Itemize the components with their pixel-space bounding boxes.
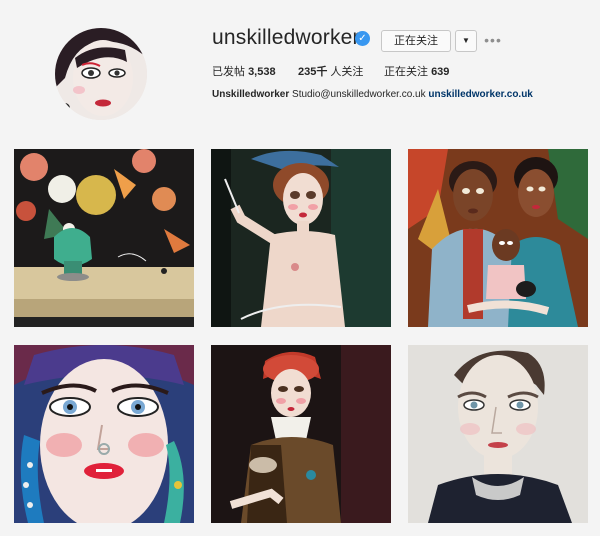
profile-header: unskilledworker ✓ 正在关注 ▼ ••• 已发帖 3,538 2…	[0, 0, 600, 140]
post-thumbnail[interactable]	[14, 345, 194, 523]
following-label: 正在关注	[384, 66, 428, 78]
chevron-down-icon[interactable]: ▼	[455, 30, 477, 52]
bio-text: Studio@unskilledworker.co.uk	[292, 89, 426, 100]
bio-link[interactable]: unskilledworker.co.uk	[428, 89, 532, 100]
followers-count[interactable]: 235千 人关注	[298, 63, 363, 79]
verified-badge-icon: ✓	[355, 31, 370, 46]
post-thumbnail[interactable]	[211, 345, 391, 523]
posts-count: 已发帖 3,538	[212, 63, 276, 79]
post-thumbnail[interactable]	[408, 345, 588, 523]
profile-avatar[interactable]	[55, 28, 147, 120]
following-count[interactable]: 正在关注 639	[384, 63, 449, 79]
following-button[interactable]: 正在关注	[381, 30, 451, 52]
posts-value: 3,538	[248, 66, 276, 78]
followers-value: 235千	[298, 66, 328, 78]
bio-name: Unskilledworker	[212, 89, 290, 100]
more-options-icon[interactable]: •••	[483, 30, 503, 50]
posts-label: 已发帖	[212, 66, 245, 78]
profile-username: unskilledworker	[212, 26, 360, 49]
profile-bio: Unskilledworker Studio@unskilledworker.c…	[212, 89, 533, 100]
post-thumbnail[interactable]	[211, 149, 391, 327]
post-thumbnail[interactable]	[14, 149, 194, 327]
following-value: 639	[431, 66, 450, 78]
post-thumbnail[interactable]	[408, 149, 588, 327]
followers-label: 人关注	[330, 66, 364, 78]
